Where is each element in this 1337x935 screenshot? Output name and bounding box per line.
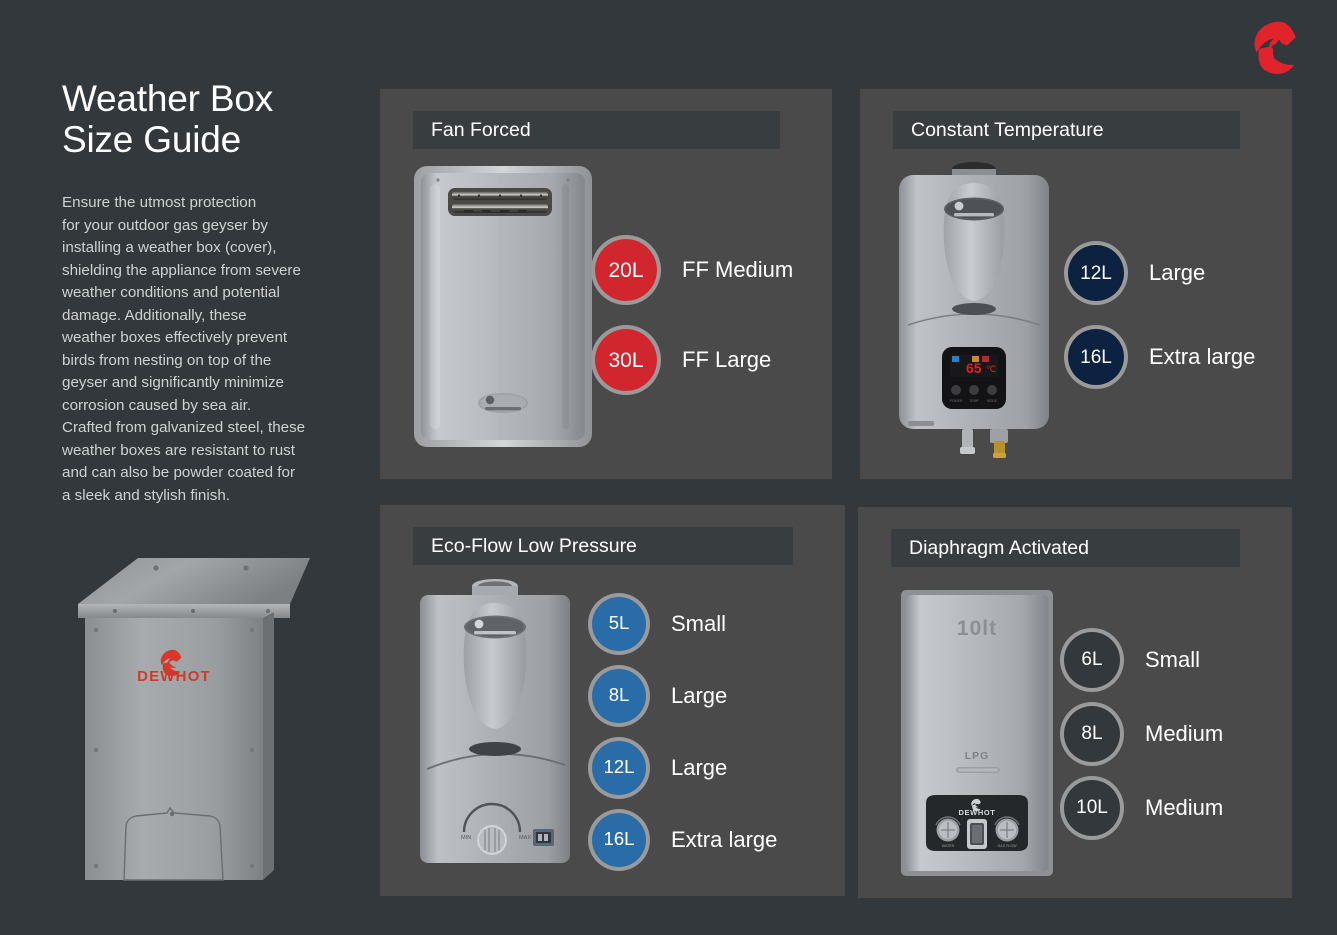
panel-header-eco-flow: Eco-Flow Low Pressure [413,527,793,565]
size-badge[interactable]: 16L [592,812,646,867]
size-label: Large [671,682,728,708]
page-title: Weather Box Size Guide [62,78,274,160]
weather-box-brand-text: DEWHOT [137,668,211,685]
eco-flow-gas-heater: MIN MAX [415,577,575,882]
size-row[interactable]: 8L Large [592,668,845,723]
size-badge[interactable]: 12L [592,740,646,795]
size-badge[interactable]: 12L [1068,245,1124,301]
panel-fan-forced: Fan Forced 20L FF Medium 30L FF Large [380,89,832,479]
panel-title: Constant Temperature [911,118,1104,141]
panel-header-fan-forced: Fan Forced [413,111,780,149]
size-label: Small [671,610,727,636]
panel-header-constant-temperature: Constant Temperature [893,111,1240,149]
size-badge[interactable]: 30L [595,329,657,391]
infographic-page: Weather Box Size Guide Ensure the utmost… [0,0,1337,935]
size-badge-volume: 6L [1081,649,1103,670]
svg-text:WATER: WATER [942,844,955,848]
panel-diaphragm-activated: Diaphragm Activated 10lt LPG DEWHOT WATE… [858,507,1292,898]
size-badge[interactable]: 20L [595,239,657,301]
intro-paragraph: Ensure the utmost protection for your ou… [62,194,306,504]
weather-box-product-photo: DEWHOT [60,552,310,892]
size-row[interactable]: 8L Medium [1064,705,1292,762]
size-badge[interactable]: 10L [1064,779,1120,836]
size-label: Large [1149,260,1206,285]
fan-forced-gas-heater [412,164,594,454]
size-badge-volume: 16L [1080,346,1112,368]
size-badge-volume: 8L [608,684,630,706]
size-row[interactable]: 16L Extra large [592,812,845,867]
lcd-display-value: 65 [966,360,982,376]
size-badge[interactable]: 16L [1068,329,1124,385]
size-label: FF Medium [682,257,794,282]
intro-column: Weather Box Size Guide Ensure the utmost… [62,78,354,507]
lcd-display-unit: ℃ [986,364,996,374]
constant-temperature-gas-heater: 65 ℃ POWER TEMP MODE [894,159,1054,464]
size-label: FF Large [682,347,772,372]
panel-eco-flow-low-pressure: Eco-Flow Low Pressure MIN MAX 5L Small 8… [380,505,845,896]
size-label: Extra large [671,826,778,852]
size-row[interactable]: 30L FF Large [595,329,832,391]
diaphragm-activated-gas-heater: 10lt LPG DEWHOT WATER GAS FLOW [898,587,1056,884]
knob-min-label: MIN [461,835,471,841]
size-badge-list-fan-forced: 20L FF Medium 30L FF Large [595,151,832,479]
svg-text:GAS FLOW: GAS FLOW [998,844,1018,848]
size-badge[interactable]: 6L [1064,631,1120,688]
svg-text:MODE: MODE [987,399,998,403]
svg-text:TEMP: TEMP [969,399,979,403]
size-label: Small [1145,646,1201,672]
size-badge-volume: 5L [608,612,630,634]
size-row[interactable]: 12L Large [592,740,845,795]
size-badge-volume: 16L [603,828,635,850]
size-label: Extra large [1149,344,1256,369]
dewhot-flame-logo [1249,18,1309,78]
panel-title: Fan Forced [431,118,531,141]
size-badge[interactable]: 5L [592,596,646,651]
size-badge-volume: 20L [608,258,644,282]
size-label: Medium [1145,720,1224,746]
gas-type-label: LPG [965,750,990,762]
knob-max-label: MAX [519,835,531,841]
size-badge-volume: 30L [608,348,644,372]
svg-text:POWER: POWER [950,399,963,403]
size-badge[interactable]: 8L [1064,705,1120,762]
size-row[interactable]: 16L Extra large [1068,329,1292,385]
size-row[interactable]: 6L Small [1064,631,1292,688]
size-row[interactable]: 12L Large [1068,245,1292,301]
size-badge[interactable]: 8L [592,668,646,723]
panel-header-diaphragm-activated: Diaphragm Activated [891,529,1240,567]
size-badge-volume: 12L [1080,262,1112,284]
size-label: Medium [1145,794,1224,820]
panel-title: Eco-Flow Low Pressure [431,534,637,557]
size-row[interactable]: 5L Small [592,596,845,651]
panel-constant-temperature: Constant Temperature 65 ℃ POWER TEMP MOD… [860,89,1292,479]
size-badge-list-eco-flow: 5L Small 8L Large 12L Large 16L Extra la… [592,567,845,896]
capacity-label: 10lt [957,617,997,640]
size-badge-list-diaphragm-activated: 6L Small 8L Medium 10L Medium [1058,569,1292,898]
size-badge-volume: 10L [1076,797,1108,818]
size-badge-volume: 12L [603,756,635,778]
panel-title: Diaphragm Activated [909,536,1089,559]
size-label: Large [671,754,728,780]
size-badge-list-constant-temperature: 12L Large 16L Extra large [1060,151,1292,479]
size-row[interactable]: 20L FF Medium [595,239,832,301]
size-row[interactable]: 10L Medium [1064,779,1292,836]
unit-brand-label: DEWHOT [959,808,996,817]
size-badge-volume: 8L [1081,723,1103,744]
